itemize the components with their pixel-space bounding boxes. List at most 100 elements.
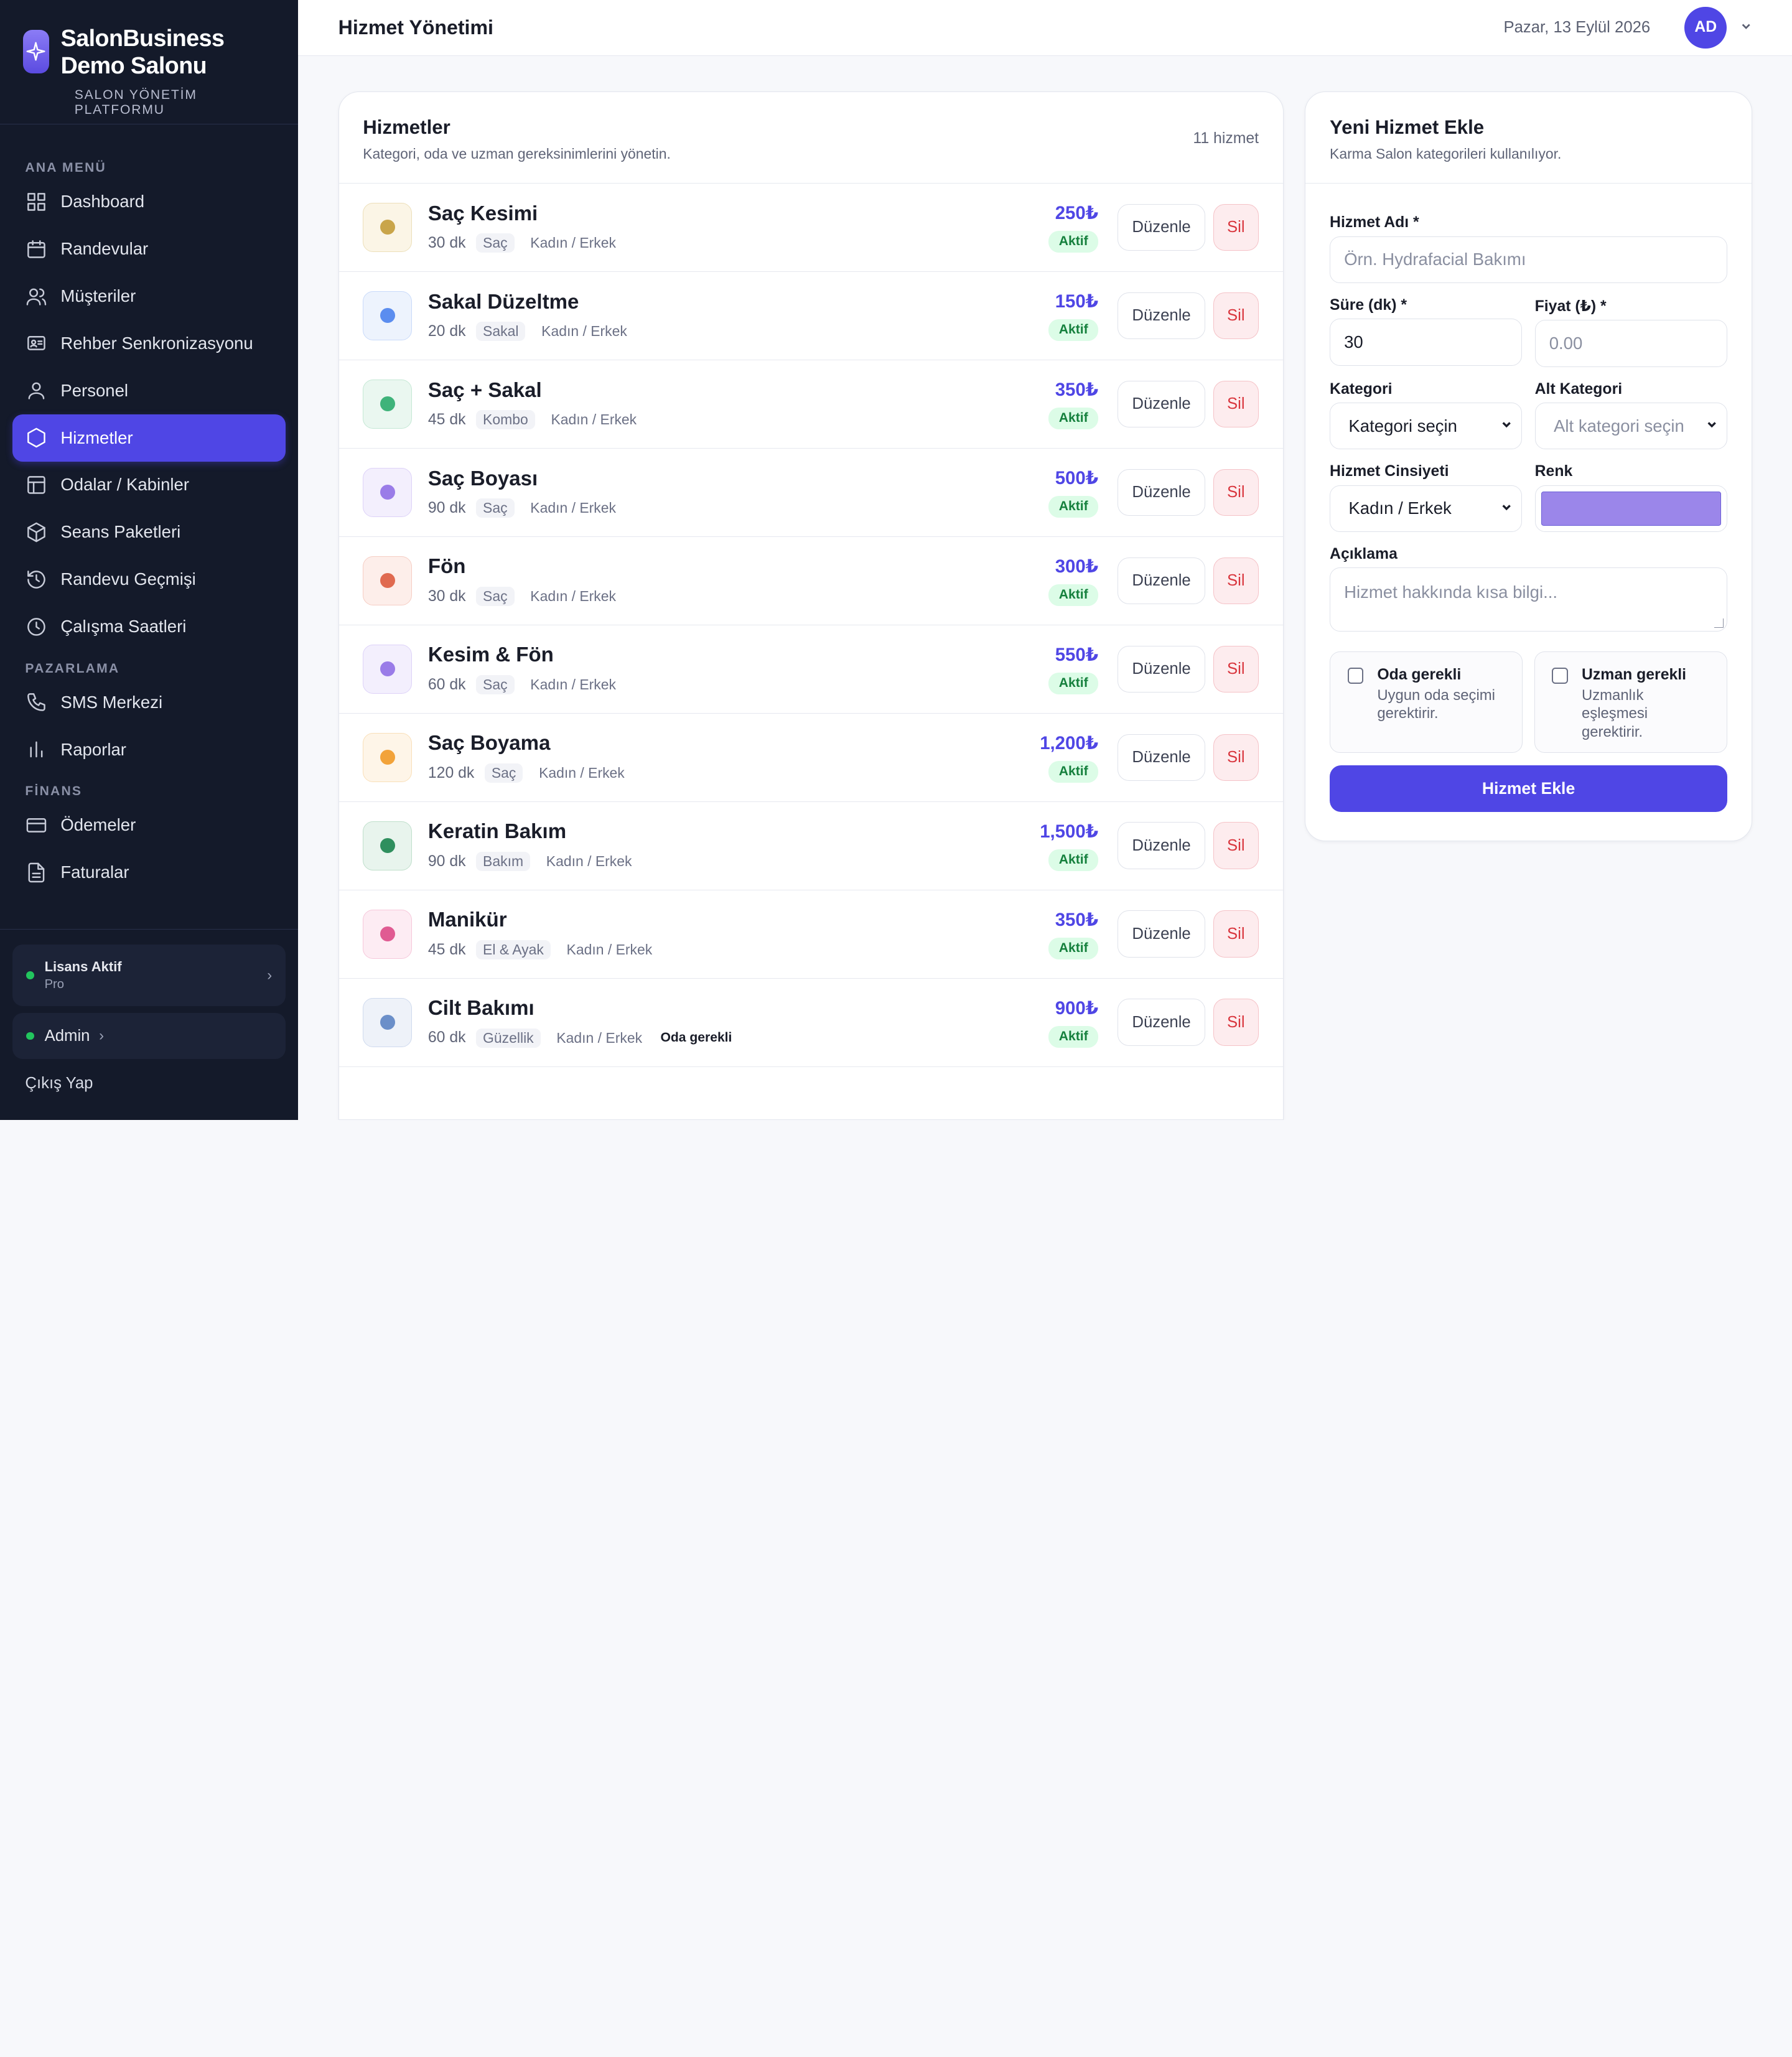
sidebar-item-raporlar[interactable]: Raporlar	[12, 726, 286, 773]
edit-service-button[interactable]: Düzenle	[1118, 999, 1205, 1046]
duration-input[interactable]: 30	[1330, 319, 1523, 366]
delete-service-button[interactable]: Sil	[1213, 999, 1259, 1046]
chevron-down-icon[interactable]	[1740, 19, 1752, 35]
category-select[interactable]: Kategori seçin	[1330, 403, 1523, 450]
service-row: Cilt Bakımı 60 dk Güzellik Kadın / Erkek Oda…	[338, 979, 1283, 1067]
color-swatch	[1541, 491, 1721, 526]
nav-section-marketing: PAZARLAMA	[25, 661, 120, 676]
subcategory-select[interactable]: Alt kategori seçin	[1534, 403, 1728, 450]
sidebar-item-rehber-senkronizasyonu[interactable]: Rehber Senkronizasyonu	[12, 320, 286, 367]
users-icon	[25, 285, 48, 308]
edit-service-button[interactable]: Düzenle	[1118, 822, 1205, 869]
service-name: Saç + Sakal	[427, 378, 542, 402]
service-color-icon	[363, 644, 413, 694]
edit-service-button[interactable]: Düzenle	[1118, 203, 1205, 251]
description-textarea[interactable]: Hizmet hakkında kısa bilgi...	[1330, 567, 1728, 632]
delete-service-button[interactable]: Sil	[1213, 203, 1259, 251]
sidebar-item-seans-paketleri[interactable]: Seans Paketleri	[12, 508, 286, 556]
add-service-button[interactable]: Hizmet Ekle	[1330, 765, 1728, 813]
color-dot-icon	[380, 308, 395, 324]
logout-link[interactable]: Çıkış Yap	[12, 1059, 286, 1093]
service-gender: Kadın / Erkek	[530, 588, 616, 605]
service-name: Kesim & Fön	[427, 643, 554, 667]
service-price: 500₺	[1055, 467, 1099, 488]
sidebar-item-randevu-geçmişi[interactable]: Randevu Geçmişi	[12, 556, 286, 603]
service-category-tag: Saç	[476, 675, 515, 694]
status-badge: Aktif	[1048, 1025, 1099, 1048]
delete-service-button[interactable]: Sil	[1213, 734, 1259, 781]
edit-service-button[interactable]: Düzenle	[1118, 380, 1205, 427]
admin-menu-button[interactable]: Admin ›	[12, 1013, 286, 1059]
edit-service-button[interactable]: Düzenle	[1118, 469, 1205, 516]
delete-service-button[interactable]: Sil	[1213, 557, 1259, 604]
sidebar-item-label: Seans Paketleri	[60, 522, 181, 542]
current-date: Pazar, 13 Eylül 2026	[1503, 18, 1651, 36]
edit-service-button[interactable]: Düzenle	[1118, 910, 1205, 958]
sidebar-item-müşteriler[interactable]: Müşteriler	[12, 273, 286, 320]
delete-service-button[interactable]: Sil	[1213, 822, 1259, 869]
delete-service-button[interactable]: Sil	[1213, 645, 1259, 693]
avatar[interactable]: AD	[1684, 6, 1727, 49]
room-required-checkbox[interactable]	[1347, 668, 1364, 684]
sidebar-item-faturalar[interactable]: Faturalar	[12, 849, 286, 896]
price-input[interactable]: 0.00	[1534, 320, 1728, 367]
nav-section-main: ANA MENÜ	[25, 161, 107, 175]
delete-service-button[interactable]: Sil	[1213, 380, 1259, 427]
service-price: 250₺	[1055, 202, 1099, 223]
service-color-icon	[363, 291, 413, 340]
subcategory-select-value: Alt kategori seçin	[1554, 416, 1684, 436]
brand-subtitle: SALON YÖNETİM PLATFORMU	[74, 88, 197, 118]
service-row: Kesim & Fön 60 dk Saç Kadın / Erkek 550₺ Akti…	[338, 625, 1283, 714]
sparkle-logo-icon	[22, 29, 50, 73]
license-status-button[interactable]: Lisans Aktif Pro ›	[12, 945, 286, 1007]
service-price: 300₺	[1055, 556, 1099, 577]
service-gender: Kadın / Erkek	[530, 676, 616, 693]
sidebar-item-dashboard[interactable]: Dashboard	[12, 178, 286, 225]
sidebar-item-sms-merkezi[interactable]: SMS Merkezi	[12, 679, 286, 726]
brand-name-line1: SalonBusiness	[60, 24, 225, 51]
sidebar-item-çalışma-saatleri[interactable]: Çalışma Saatleri	[12, 603, 286, 650]
delete-service-button[interactable]: Sil	[1213, 469, 1259, 516]
service-duration: 30 dk	[427, 587, 466, 605]
room-required-option[interactable]: Oda gerekli Uygun oda seçimi gerektirir.	[1330, 651, 1523, 753]
service-category-tag: Güzellik	[476, 1028, 541, 1048]
service-name: Saç Boyama	[427, 732, 551, 755]
sidebar-item-randevular[interactable]: Randevular	[12, 225, 286, 273]
delete-service-button[interactable]: Sil	[1213, 292, 1259, 339]
calendar-icon	[25, 238, 48, 261]
sidebar-item-hizmetler[interactable]: Hizmetler	[12, 414, 286, 462]
sidebar-item-odalar-kabinler[interactable]: Odalar / Kabinler	[12, 462, 286, 509]
sidebar-item-personel[interactable]: Personel	[12, 367, 286, 414]
edit-service-button[interactable]: Düzenle	[1118, 292, 1205, 339]
color-picker[interactable]	[1534, 485, 1728, 533]
edit-service-button[interactable]: Düzenle	[1118, 734, 1205, 781]
delete-service-button[interactable]: Sil	[1213, 910, 1259, 958]
edit-service-button[interactable]: Düzenle	[1118, 557, 1205, 604]
chevron-right-icon: ›	[267, 966, 273, 984]
status-badge: Aktif	[1048, 672, 1099, 694]
sidebar-item-ödemeler[interactable]: Ödemeler	[12, 801, 286, 849]
expert-required-checkbox[interactable]	[1552, 668, 1568, 684]
service-duration: 90 dk	[427, 852, 466, 870]
service-row: Fön 30 dk Saç Kadın / Erkek 300₺ Aktif Düzenle…	[338, 537, 1283, 625]
sidebar-item-label: Odalar / Kabinler	[60, 475, 190, 495]
status-badge: Aktif	[1048, 760, 1099, 783]
expert-required-option[interactable]: Uzman gerekli Uzmanlık eşleşmesi gerekti…	[1534, 651, 1728, 753]
color-label: Renk	[1534, 463, 1573, 480]
sidebar-item-label: SMS Merkezi	[60, 692, 163, 712]
category-label: Kategori	[1330, 380, 1393, 398]
service-duration: 30 dk	[427, 234, 466, 251]
resize-handle-icon[interactable]	[1714, 618, 1724, 628]
sidebar-item-label: Randevular	[60, 239, 149, 259]
service-name-input[interactable]: Örn. Hydrafacial Bakımı	[1330, 236, 1728, 284]
sidebar-item-label: Çalışma Saatleri	[60, 617, 187, 636]
description-placeholder: Hizmet hakkında kısa bilgi...	[1344, 582, 1558, 602]
edit-service-button[interactable]: Düzenle	[1118, 645, 1205, 693]
chevron-down-icon	[1706, 418, 1717, 434]
service-color-icon	[363, 467, 413, 517]
status-badge: Aktif	[1048, 495, 1099, 518]
color-dot-icon	[380, 396, 395, 412]
description-label: Açıklama	[1330, 546, 1398, 563]
service-name: Saç Kesimi	[427, 202, 538, 225]
gender-select[interactable]: Kadın / Erkek	[1330, 485, 1523, 533]
